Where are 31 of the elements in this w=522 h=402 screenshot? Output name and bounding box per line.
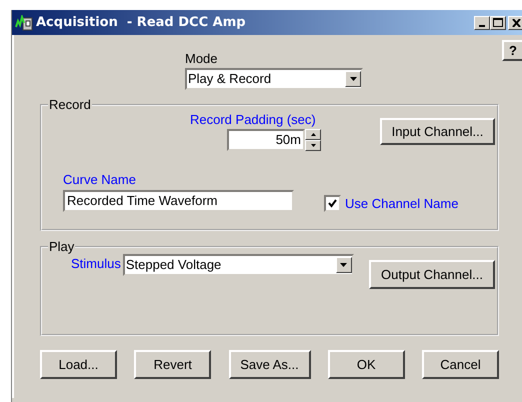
dialog-button[interactable]: Save As...	[228, 350, 310, 379]
window-title: Acquisition - Read DCC Amp	[36, 15, 246, 30]
spin-up-icon[interactable]	[305, 129, 321, 140]
record-padding-label: Record Padding (sec)	[190, 112, 316, 128]
minimize-button[interactable]	[474, 16, 490, 30]
curve-name-label: Curve Name	[63, 172, 137, 188]
mode-dropdown[interactable]: Play & Record	[185, 68, 363, 90]
checkmark-icon	[328, 199, 337, 208]
record-group-title: Record	[48, 98, 92, 112]
record-padding-field[interactable]: 50m	[227, 129, 305, 151]
waveform-icon	[15, 14, 33, 30]
dialog-button[interactable]: Load...	[40, 350, 117, 379]
dialog-button[interactable]: Cancel	[422, 350, 499, 379]
maximize-button[interactable]	[490, 16, 506, 30]
minimize-icon	[479, 24, 485, 26]
stimulus-dropdown[interactable]: Stepped Voltage	[122, 254, 354, 276]
spin-down-icon[interactable]	[305, 140, 321, 151]
dialog-button[interactable]: OK	[328, 350, 405, 379]
stimulus-label: Stimulus	[71, 256, 121, 271]
curve-name-field[interactable]: Recorded Time Waveform	[63, 190, 294, 212]
use-channel-name-checkbox[interactable]	[324, 195, 341, 212]
output-channel-button[interactable]: Output Channel...	[369, 260, 495, 289]
dialog-button[interactable]: Revert	[134, 350, 212, 379]
maximize-icon	[493, 18, 503, 27]
help-button[interactable]: ?	[502, 40, 522, 61]
mode-label: Mode	[185, 51, 219, 67]
play-group-title: Play	[48, 240, 76, 254]
close-icon	[512, 18, 520, 26]
input-channel-button[interactable]: Input Channel...	[380, 118, 495, 145]
close-button[interactable]	[508, 16, 522, 30]
use-channel-name-label: Use Channel Name	[345, 196, 458, 211]
